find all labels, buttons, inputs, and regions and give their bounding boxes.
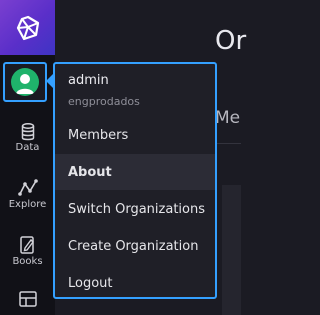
user-name: admin	[68, 73, 109, 88]
database-icon	[21, 123, 34, 141]
content-panel	[222, 185, 241, 315]
menu-item-logout[interactable]: Logout	[55, 265, 215, 297]
nav-label-explore: Explore	[8, 199, 47, 210]
menu-item-label: Logout	[68, 275, 113, 291]
nav-item-books[interactable]: Books	[0, 235, 55, 267]
nav-label-data: Data	[15, 142, 40, 153]
user-avatar-button[interactable]	[3, 62, 47, 102]
nav-item-dashboards[interactable]	[0, 291, 55, 307]
menu-item-label: Members	[68, 127, 129, 143]
avatar	[11, 68, 39, 96]
page-title: Or	[215, 26, 247, 56]
menu-item-label: Switch Organizations	[68, 201, 205, 217]
menu-item-about[interactable]: About	[55, 154, 215, 190]
tab-members[interactable]: Me	[215, 108, 240, 128]
nav-label-books: Books	[12, 256, 43, 267]
menu-item-label: About	[68, 164, 112, 180]
nav-item-explore[interactable]: Explore	[0, 178, 55, 210]
menu-item-label: Create Organization	[68, 238, 199, 254]
menu-item-create-organization[interactable]: Create Organization	[55, 228, 215, 264]
side-nav: Data Explore Books	[0, 0, 55, 315]
org-name: engprodados	[68, 95, 140, 108]
graph-icon	[17, 179, 38, 196]
user-menu-popover: admin engprodados Members About Switch O…	[53, 62, 217, 299]
menu-item-members[interactable]: Members	[55, 117, 215, 153]
menu-item-switch-organizations[interactable]: Switch Organizations	[55, 191, 215, 227]
nav-item-data[interactable]: Data	[0, 123, 55, 153]
app-logo[interactable]	[0, 0, 55, 55]
tab-divider	[215, 143, 241, 144]
dashboard-grid-icon	[18, 291, 37, 307]
user-icon	[16, 74, 34, 94]
logo-icon	[16, 15, 39, 40]
notebook-icon	[19, 236, 34, 254]
